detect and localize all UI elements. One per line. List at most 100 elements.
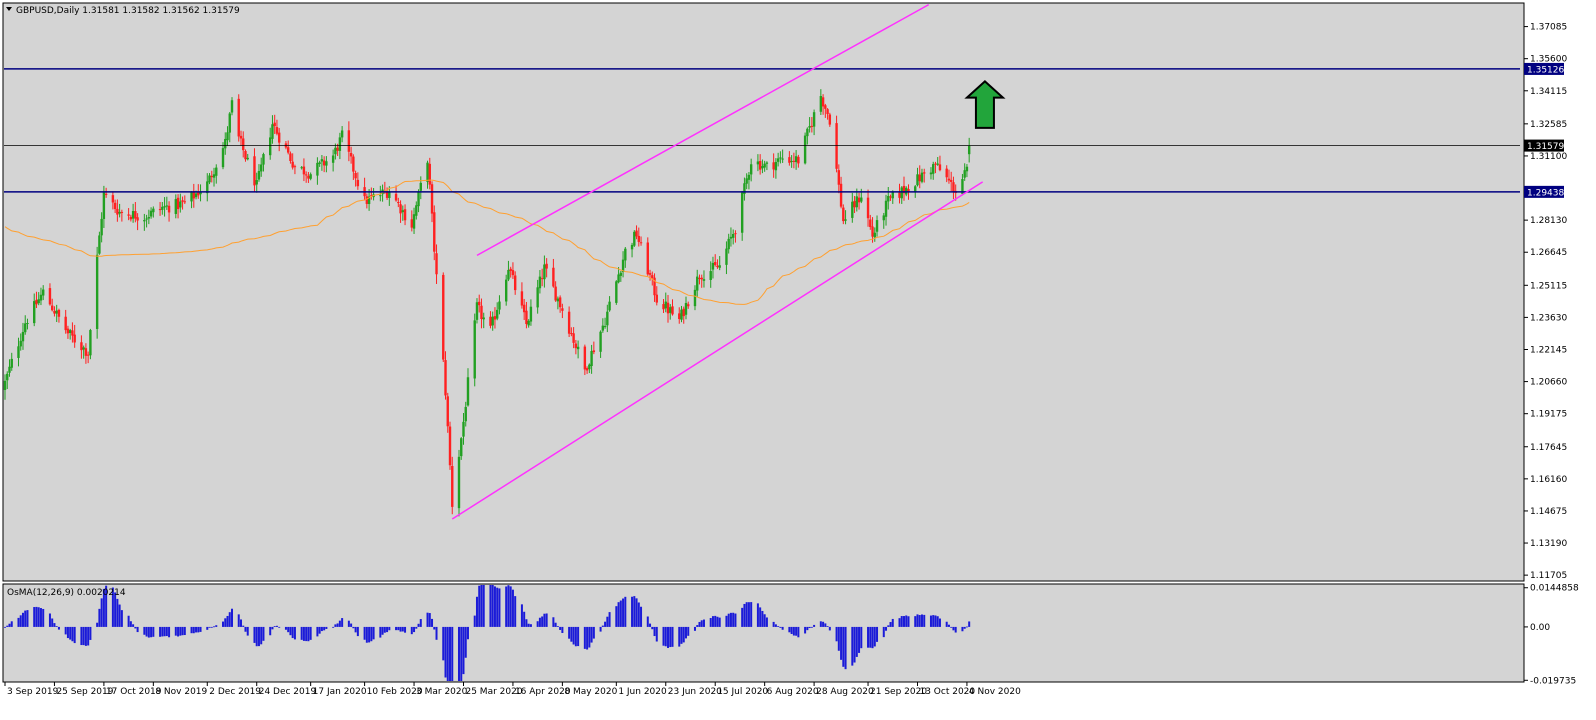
- osma-bar: [876, 626, 879, 642]
- osma-bar: [239, 619, 242, 627]
- candle: [448, 421, 452, 470]
- candle-body: [731, 233, 735, 238]
- osma-bar: [383, 626, 386, 633]
- candle-body: [522, 304, 526, 313]
- osma-bar: [667, 626, 670, 648]
- candle-body: [300, 167, 303, 169]
- osma-bar: [523, 611, 526, 627]
- osma-bar: [898, 618, 901, 627]
- osma-bar: [464, 626, 467, 658]
- osma-bar: [507, 585, 510, 627]
- osma-bar: [819, 621, 822, 627]
- candle-body: [920, 172, 924, 182]
- candle-body: [307, 175, 310, 179]
- candle-body: [682, 308, 685, 317]
- candle-body: [394, 193, 398, 201]
- candle-body: [365, 196, 369, 204]
- candle-body: [412, 214, 416, 229]
- candle-body: [684, 302, 688, 315]
- candle-body: [967, 145, 971, 155]
- osma-bar: [923, 614, 926, 627]
- osma-bar: [388, 626, 391, 631]
- osma-bar: [732, 612, 735, 627]
- candle-body: [633, 231, 636, 246]
- osma-bar: [491, 585, 494, 627]
- candle-body: [513, 275, 517, 291]
- candle-body: [772, 162, 775, 170]
- candle-body: [819, 96, 823, 112]
- candle-body: [302, 166, 306, 175]
- osma-bar: [570, 626, 573, 642]
- candle-body: [882, 215, 885, 221]
- osma-bar: [21, 612, 24, 627]
- osma-bar: [163, 626, 166, 637]
- osma-bar: [891, 618, 894, 627]
- candle-body: [680, 309, 683, 320]
- candle-body: [740, 192, 744, 233]
- osma-bar: [774, 624, 777, 627]
- osma-bar: [161, 626, 164, 637]
- candle-body: [554, 286, 557, 301]
- osma-bar: [961, 626, 964, 632]
- price-tick-label: 1.13190: [1530, 539, 1567, 549]
- candle-body: [965, 166, 969, 172]
- osma-bar: [134, 626, 137, 629]
- candle-body: [520, 291, 524, 306]
- osma-bar: [568, 626, 571, 639]
- candle-body: [194, 193, 198, 198]
- osma-bar: [496, 587, 499, 627]
- osma-bar: [905, 615, 908, 627]
- candle-body: [898, 192, 901, 198]
- osma-bar: [275, 625, 278, 627]
- candle-body: [260, 164, 263, 172]
- candle-body: [80, 342, 83, 351]
- candle-body: [687, 304, 690, 307]
- osma-bar: [253, 626, 256, 643]
- osma-bar: [446, 626, 449, 681]
- osma-bar: [325, 626, 328, 629]
- osma-bar: [903, 616, 905, 627]
- osma-panel[interactable]: [2, 583, 1525, 683]
- osma-bar: [145, 626, 148, 637]
- candle-body: [464, 406, 467, 422]
- candle-body: [102, 192, 106, 219]
- osma-bar: [759, 607, 762, 627]
- candle-body: [228, 113, 231, 133]
- osma-bar: [552, 617, 555, 627]
- osma-bar: [640, 606, 643, 627]
- candle-body: [496, 309, 499, 319]
- osma-bar: [341, 618, 344, 627]
- candle-body: [291, 161, 294, 168]
- osma-bar: [365, 626, 368, 643]
- candle-body: [226, 132, 229, 141]
- osma-bar: [19, 615, 22, 627]
- osma-bar: [244, 626, 247, 632]
- candle-body: [932, 164, 935, 174]
- osma-bar: [350, 623, 353, 627]
- candle-body: [253, 156, 256, 186]
- candle-body: [669, 307, 672, 313]
- osma-tick-label: 0.0144858: [1530, 584, 1579, 594]
- price-tick-label: 1.14675: [1530, 507, 1567, 517]
- candle-body: [857, 197, 861, 203]
- price-panel[interactable]: [2, 2, 1525, 582]
- osma-bar: [529, 624, 532, 627]
- candle-body: [352, 156, 355, 172]
- osma-bar: [651, 626, 654, 630]
- price-tick-label: 1.20660: [1530, 378, 1567, 388]
- candle-body: [179, 201, 182, 208]
- candle-body: [86, 354, 90, 356]
- osma-bar: [835, 626, 838, 642]
- price-tick-label: 1.17645: [1530, 443, 1567, 453]
- osma-bar: [678, 626, 681, 647]
- candle-body: [275, 127, 279, 134]
- candle-body: [651, 275, 654, 278]
- osma-bar: [334, 624, 337, 627]
- time-tick-label: 17 Oct 2019: [106, 687, 162, 697]
- osma-bar: [520, 604, 523, 627]
- osma-bar: [779, 626, 782, 628]
- candle-body: [39, 294, 43, 301]
- candle-body: [889, 196, 892, 198]
- candle-body: [430, 184, 434, 214]
- osma-bar: [478, 585, 481, 627]
